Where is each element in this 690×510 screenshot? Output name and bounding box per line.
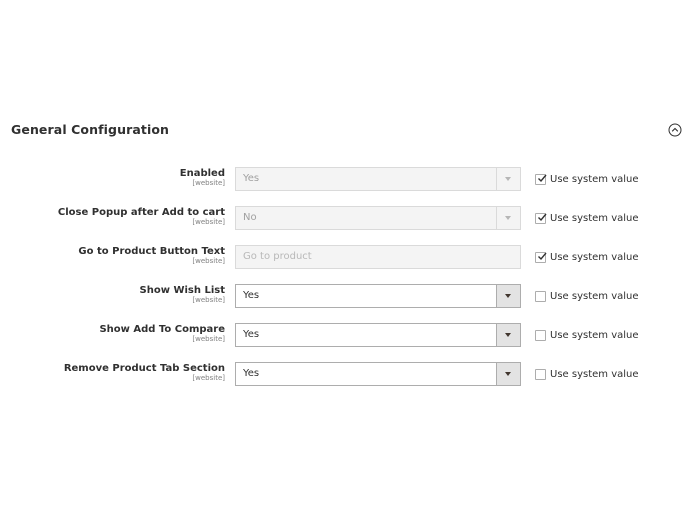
chevron-up-circle-icon[interactable] <box>668 123 682 137</box>
section-title: General Configuration <box>11 122 170 137</box>
field-row-remove-product-tab: Remove Product Tab Section [website] Yes… <box>0 362 690 386</box>
field-label-group: Enabled [website] <box>180 168 225 188</box>
use-system-value-checkbox[interactable] <box>535 173 547 185</box>
checkmark-icon <box>538 174 547 182</box>
use-system-value-add-to-compare[interactable]: Use system value <box>535 328 639 342</box>
checkmark-icon <box>538 213 547 221</box>
chevron-down-icon <box>505 177 511 181</box>
field-label-group: Close Popup after Add to cart [website] <box>58 207 225 227</box>
field-scope: [website] <box>192 257 225 265</box>
dropdown-button[interactable] <box>496 324 520 346</box>
field-scope: [website] <box>192 179 225 187</box>
field-row-goto-product-text: Go to Product Button Text [website] Go t… <box>0 245 690 269</box>
use-system-value-remove-product-tab[interactable]: Use system value <box>535 367 639 381</box>
use-system-value-label: Use system value <box>550 251 639 263</box>
use-system-value-checkbox[interactable] <box>535 251 547 263</box>
field-row-show-add-to-compare: Show Add To Compare [website] Yes Use sy… <box>0 323 690 347</box>
field-row-enabled: Enabled [website] Yes Use system value <box>0 167 690 191</box>
select-value: Yes <box>243 368 260 379</box>
use-system-value-goto-product[interactable]: Use system value <box>535 250 639 264</box>
use-system-value-label: Use system value <box>550 329 639 341</box>
use-system-value-label: Use system value <box>550 290 639 302</box>
remove-product-tab-select[interactable]: Yes <box>235 362 521 386</box>
use-system-value-checkbox[interactable] <box>535 212 547 224</box>
field-label: Go to Product Button Text <box>78 246 225 257</box>
section-header[interactable]: General Configuration <box>0 114 690 148</box>
use-system-value-checkbox[interactable] <box>535 368 546 380</box>
field-label: Enabled <box>179 168 225 179</box>
field-row-show-wish-list: Show Wish List [website] Yes Use system … <box>0 284 690 308</box>
select-value: Yes <box>243 329 260 340</box>
chevron-down-icon <box>505 372 511 376</box>
field-scope: [website] <box>192 335 225 343</box>
select-value: No <box>243 212 257 223</box>
show-add-to-compare-select[interactable]: Yes <box>235 323 521 347</box>
field-scope: [website] <box>192 296 225 304</box>
field-label: Close Popup after Add to cart <box>57 207 225 218</box>
use-system-value-label: Use system value <box>550 212 639 224</box>
dropdown-button[interactable] <box>496 285 520 307</box>
select-value: Yes <box>243 290 260 301</box>
use-system-value-checkbox[interactable] <box>535 329 546 341</box>
use-system-value-label: Use system value <box>550 173 639 185</box>
chevron-down-icon <box>505 216 511 220</box>
dropdown-button[interactable] <box>496 363 520 385</box>
field-label-group: Show Add To Compare [website] <box>99 324 225 344</box>
field-scope: [website] <box>192 218 225 226</box>
chevron-down-icon <box>505 333 511 337</box>
field-label: Show Wish List <box>139 285 225 296</box>
use-system-value-wish-list[interactable]: Use system value <box>535 289 639 303</box>
show-wish-list-select[interactable]: Yes <box>235 284 521 308</box>
close-popup-select[interactable]: No <box>235 206 521 230</box>
checkmark-icon <box>538 252 547 260</box>
input-placeholder: Go to product <box>243 251 312 262</box>
dropdown-button[interactable] <box>496 168 520 190</box>
use-system-value-enabled[interactable]: Use system value <box>535 172 639 186</box>
field-label-group: Show Wish List [website] <box>140 285 225 305</box>
field-label-group: Go to Product Button Text [website] <box>78 246 225 266</box>
field-label: Remove Product Tab Section <box>63 363 225 374</box>
use-system-value-label: Use system value <box>550 368 639 380</box>
field-label: Show Add To Compare <box>99 324 225 335</box>
goto-product-text-input[interactable]: Go to product <box>235 245 521 269</box>
dropdown-button[interactable] <box>496 207 520 229</box>
chevron-down-icon <box>505 294 511 298</box>
enabled-select[interactable]: Yes <box>235 167 521 191</box>
field-scope: [website] <box>192 374 225 382</box>
field-row-close-popup: Close Popup after Add to cart [website] … <box>0 206 690 230</box>
use-system-value-checkbox[interactable] <box>535 290 546 302</box>
use-system-value-close-popup[interactable]: Use system value <box>535 211 639 225</box>
field-label-group: Remove Product Tab Section [website] <box>64 363 225 383</box>
select-value: Yes <box>243 173 260 184</box>
